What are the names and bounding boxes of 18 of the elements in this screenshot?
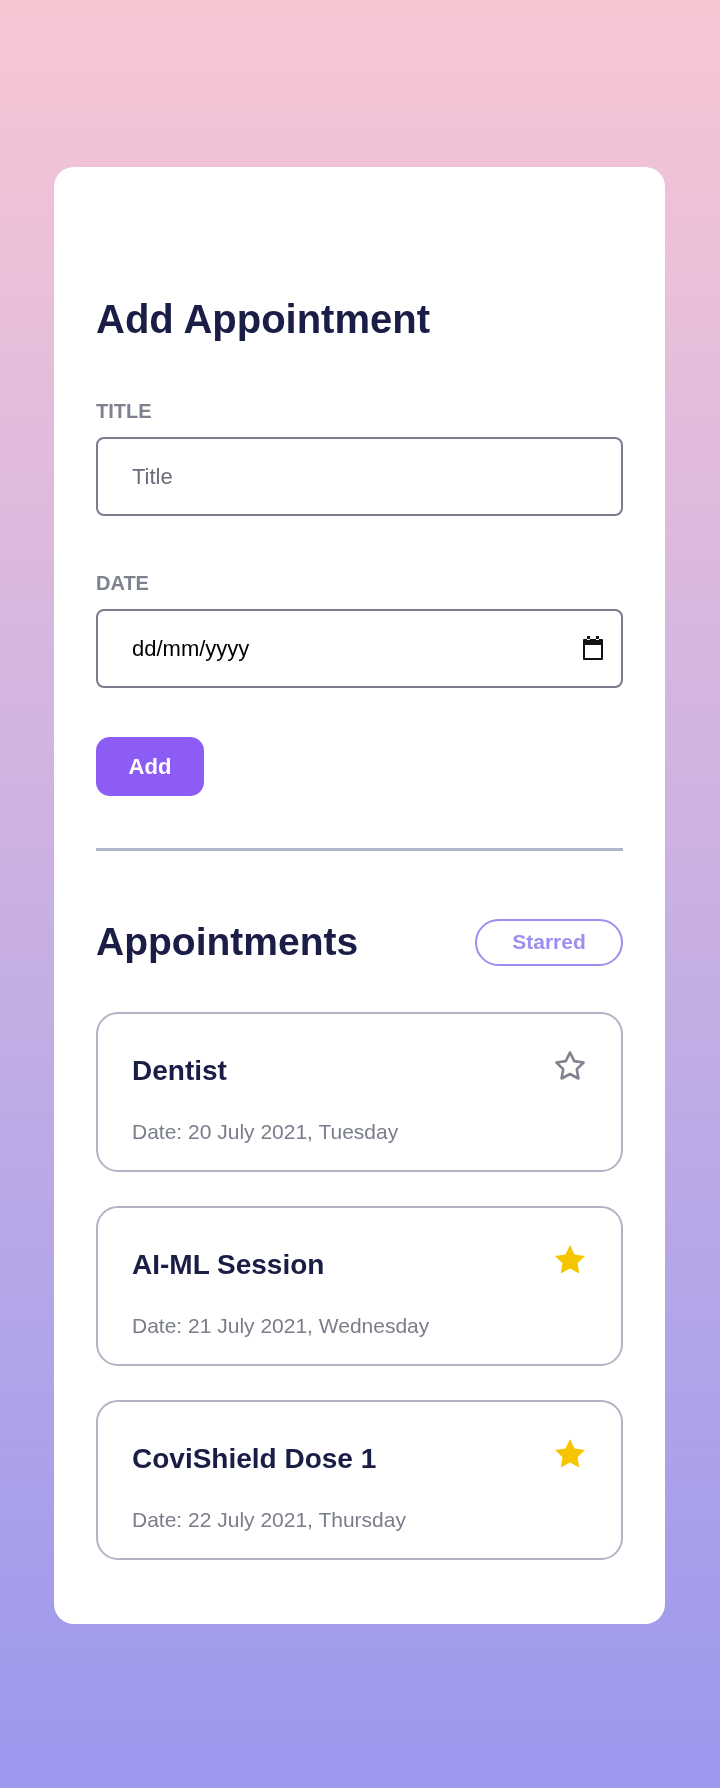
date-field[interactable]: dd/mm/yyyy xyxy=(96,609,623,688)
field-label: TITLE xyxy=(96,399,153,423)
appointment-date: Date: 22 July 2021, Thursday xyxy=(132,1507,407,1533)
appointment-date: Date: 21 July 2021, Wednesday xyxy=(132,1313,431,1339)
calendar-icon[interactable] xyxy=(581,635,605,661)
field-label: DATE xyxy=(96,571,150,595)
appointment-title: AI-ML Session xyxy=(132,1248,325,1282)
add-button[interactable]: Add xyxy=(96,737,204,796)
starred-filter-button[interactable]: Starred xyxy=(475,918,623,966)
appointment-date: Date: 20 July 2021, Tuesday xyxy=(132,1119,400,1145)
star-icon[interactable] xyxy=(553,1243,587,1276)
star-icon[interactable] xyxy=(553,1437,587,1470)
title-field[interactable]: Title xyxy=(96,437,623,516)
form-heading: Add Appointment xyxy=(96,296,431,343)
star-icon[interactable] xyxy=(553,1049,587,1082)
appointment-title: CoviShield Dose 1 xyxy=(132,1442,377,1476)
appointment-title: Dentist xyxy=(132,1054,227,1088)
list-heading: Appointments xyxy=(96,919,359,965)
